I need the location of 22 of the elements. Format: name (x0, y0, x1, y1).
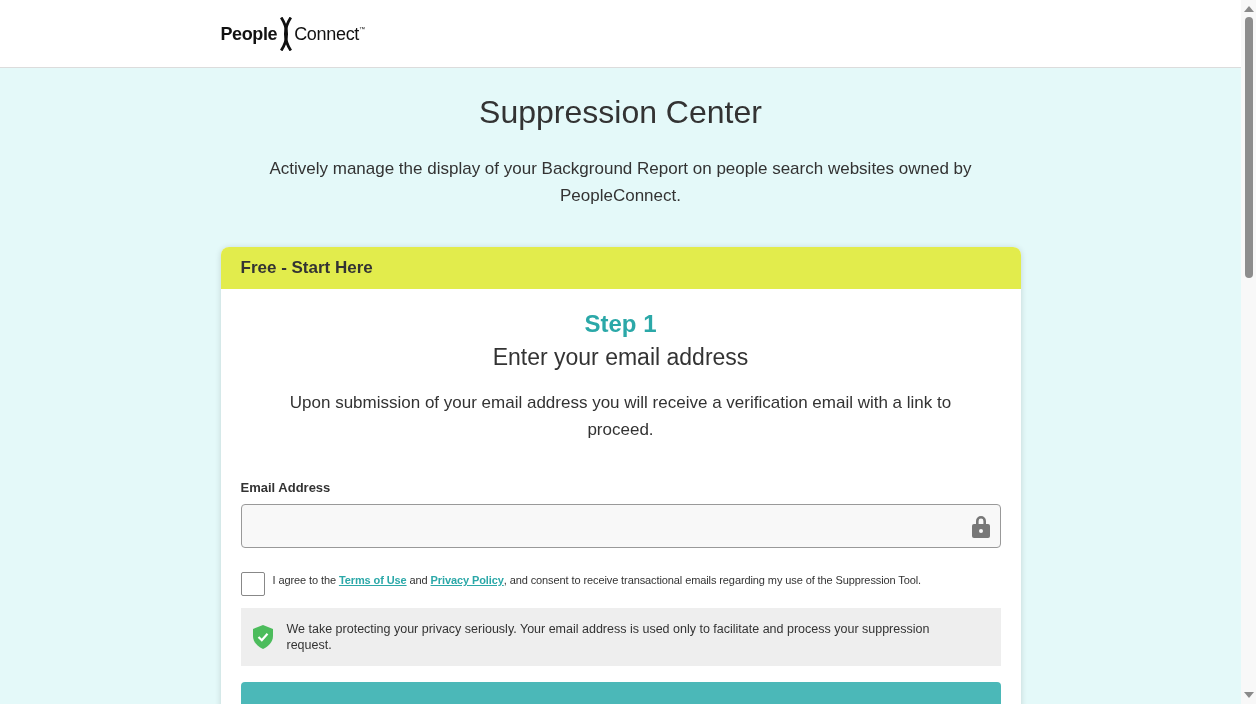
field-label: Email Address (240, 479, 332, 497)
consent-text: I agree to the Terms of Use and Privacy Policy, and consent to receive transactional emails regarding my use of the Suppression Tool. (272, 573, 922, 588)
email-input-field[interactable] (240, 504, 1001, 548)
logo-text: Connect$^{™}$ (294, 23, 365, 45)
logo-text: People (220, 23, 278, 45)
scroll-up-arrow-icon[interactable] (1243, 6, 1254, 12)
privacy-notice-text: We take protecting your privacy seriously. Your email address is used only to facilitate and process your suppression request. (286, 621, 931, 653)
scrollbar-track[interactable] (1241, 0, 1256, 704)
policy-link[interactable]: Privacy Policy (430, 574, 504, 586)
consent-checkbox[interactable] (240, 572, 265, 596)
step-label: Step 1 (583, 309, 658, 339)
scroll-down-arrow-icon[interactable] (1243, 692, 1254, 698)
logo-x-icon (279, 17, 294, 51)
page-title: Suppression Center (478, 93, 763, 132)
page-description: Actively manage the display of your Background Report on people search websites owned by PeopleConnect. (268, 158, 973, 207)
scrollbar-thumb[interactable] (1244, 17, 1253, 278)
step-description: Upon submission of your email address you will receive a verification email with a link to proceed. (288, 392, 953, 441)
policy-link[interactable]: Terms of Use (338, 574, 407, 586)
lock-icon (971, 514, 990, 538)
card-header: Free - Start Here (220, 247, 1021, 289)
shield-check-icon (252, 625, 273, 649)
step-heading: Enter your email address (491, 343, 750, 372)
